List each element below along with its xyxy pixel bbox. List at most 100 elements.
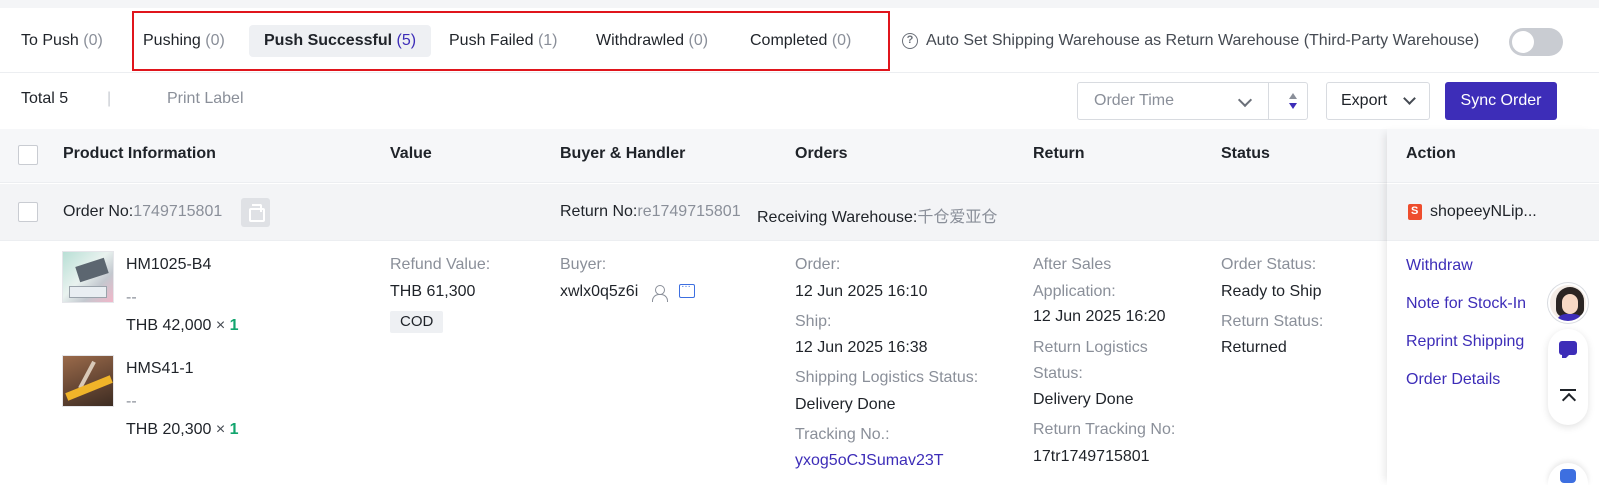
after-sales-label: After Sales (1033, 256, 1112, 273)
tab-label: Push Successful (264, 32, 393, 49)
tab-withdrawled[interactable]: Withdrawled (0) (596, 25, 708, 57)
product-sku: HMS41-1 (126, 360, 194, 377)
return-no-label: Return No: (560, 203, 638, 220)
export-label: Export (1341, 92, 1388, 109)
shipping-logistics-label: Shipping Logistics Status: (795, 369, 979, 386)
export-button[interactable]: Export (1326, 82, 1430, 120)
return-no-value: re1749715801 (637, 203, 741, 220)
tab-count: (5) (396, 32, 417, 49)
column-status: Status (1221, 145, 1270, 162)
tab-to-push[interactable]: To Push (0) (21, 25, 103, 57)
order-checkbox[interactable] (18, 202, 38, 222)
tab-label: Withdrawled (596, 32, 685, 49)
product-price-qty: THB 20,300 × 1 (126, 421, 239, 439)
toolbar-divider: | (107, 90, 112, 107)
product-quantity: 1 (229, 317, 239, 334)
product-variant: -- (126, 289, 137, 306)
back-to-top-icon[interactable] (1560, 389, 1576, 405)
auto-set-toggle[interactable] (1509, 28, 1563, 56)
buyer-label: Buyer: (560, 256, 607, 273)
buyer-name: xwlx0q5z6i (560, 283, 639, 300)
tab-pushing[interactable]: Pushing (0) (143, 25, 225, 57)
sort-field-placeholder: Order Time (1094, 92, 1175, 109)
product-image-part (75, 257, 109, 283)
shop-icon (1408, 204, 1422, 220)
return-status-label: Return Status: (1221, 313, 1324, 330)
tab-count: (0) (831, 32, 852, 49)
return-logistics-label-cont: Status: (1033, 365, 1083, 382)
product-sku: HM1025-B4 (126, 256, 212, 273)
print-label-button[interactable]: Print Label (167, 90, 244, 108)
order-no-value: 1749715801 (133, 203, 223, 220)
column-return: Return (1033, 145, 1085, 162)
shop-name[interactable]: shopeeyNLip... (1430, 203, 1537, 221)
sort-field-select[interactable]: Order Time (1077, 82, 1308, 120)
product-price: THB 42,000 (126, 317, 212, 334)
return-number: Return No:re1749715801 (560, 203, 741, 221)
shipping-logistics-status: Delivery Done (795, 396, 896, 413)
tab-count: (1) (537, 32, 558, 49)
product-image-part (69, 286, 107, 298)
receiving-warehouse: Receiving Warehouse:千仓爱亚仓 (757, 203, 997, 227)
column-value: Value (390, 145, 432, 162)
product-price: THB 20,300 (126, 421, 212, 438)
sync-order-button[interactable]: Sync Order (1445, 82, 1557, 120)
chevron-down-icon (1403, 92, 1416, 105)
help-circle-icon[interactable]: ? (902, 33, 918, 49)
tab-label: Completed (750, 32, 828, 49)
order-time: 12 Jun 2025 16:10 (795, 283, 928, 300)
note-for-stock-in-link[interactable]: Note for Stock-In (1406, 295, 1526, 313)
top-strip (0, 0, 1599, 8)
after-sales-label-cont: Application: (1033, 283, 1116, 300)
product-thumbnail[interactable] (62, 251, 114, 303)
assistant-icon (1560, 469, 1576, 483)
column-product-information: Product Information (63, 145, 216, 162)
tab-push-successful[interactable]: Push Successful (5) (249, 25, 432, 57)
warehouse-label: Receiving Warehouse: (757, 209, 918, 226)
warehouse-value: 千仓爱亚仓 (917, 209, 998, 226)
buyer-profile-icon[interactable] (652, 285, 668, 302)
auto-set-label: Auto Set Shipping Warehouse as Return Wa… (926, 32, 1480, 49)
tab-count: (0) (83, 32, 103, 49)
withdraw-link[interactable]: Withdraw (1406, 257, 1473, 275)
copy-icon[interactable] (241, 198, 270, 227)
product-variant: -- (126, 393, 137, 410)
payment-method-badge: COD (390, 311, 444, 333)
product-thumbnail[interactable] (62, 355, 114, 407)
action-header: Action (1387, 129, 1599, 183)
column-action: Action (1406, 145, 1456, 162)
times-sign: × (215, 317, 226, 334)
tab-label: Push Failed (449, 32, 534, 49)
select-all-checkbox[interactable] (18, 145, 38, 165)
return-logistics-label: Return Logistics (1033, 339, 1148, 356)
total-count: Total 5 (21, 90, 69, 107)
order-details-link[interactable]: Order Details (1406, 371, 1500, 389)
product-price-qty: THB 42,000 × 1 (126, 317, 239, 335)
sort-descending-icon[interactable] (1289, 103, 1297, 109)
times-sign: × (215, 421, 226, 438)
order-status: Ready to Ship (1221, 283, 1322, 300)
floating-button-group (1548, 329, 1588, 425)
tab-push-failed[interactable]: Push Failed (1) (449, 25, 558, 57)
feedback-icon[interactable] (1559, 341, 1577, 358)
ship-time: 12 Jun 2025 16:38 (795, 339, 928, 356)
tracking-label: Tracking No.: (795, 426, 890, 443)
floating-widgets (1548, 283, 1588, 485)
tracking-number-link[interactable]: yxog5oCJSumav23T (795, 452, 944, 470)
reprint-shipping-link[interactable]: Reprint Shipping (1406, 333, 1524, 351)
toolbar: Total 5 | Print Label Order Time Export … (0, 74, 1599, 128)
sort-ascending-icon[interactable] (1289, 93, 1297, 99)
chat-icon[interactable] (679, 279, 695, 298)
product-image-part (65, 375, 113, 401)
avatar-part (1562, 294, 1578, 314)
tab-label: To Push (21, 32, 79, 49)
support-avatar[interactable] (1548, 283, 1588, 323)
tab-completed[interactable]: Completed (0) (750, 25, 851, 57)
order-no-label: Order No: (63, 203, 134, 220)
order-group-row: Order No:1749715801 Return No:re17497158… (0, 184, 1599, 241)
shop-cell: shopeeyNLip... (1387, 184, 1599, 241)
product-quantity: 1 (229, 421, 239, 438)
floating-bottom-button[interactable] (1548, 463, 1588, 485)
order-status-label: Order Status: (1221, 256, 1317, 273)
return-logistics-status: Delivery Done (1033, 391, 1134, 408)
